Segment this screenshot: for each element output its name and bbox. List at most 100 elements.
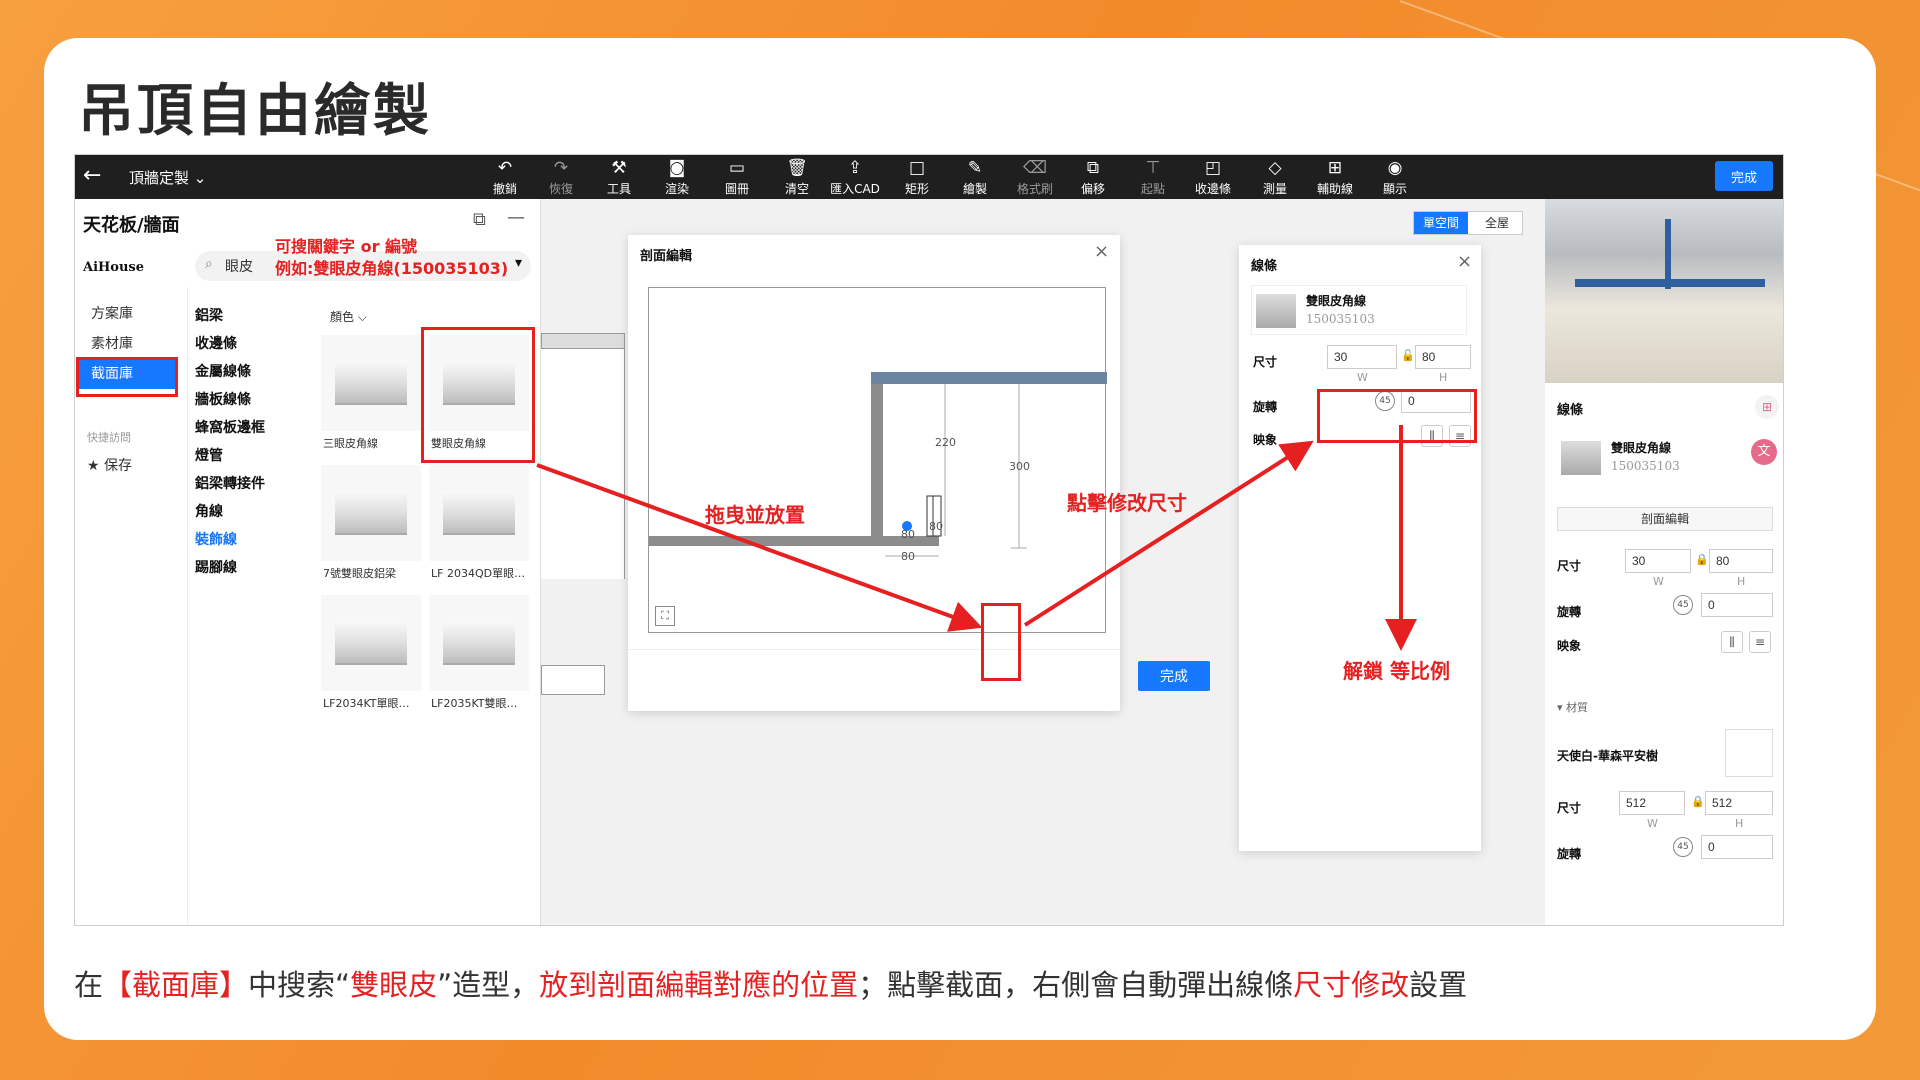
fit-view-icon[interactable]: ⛶ [655, 606, 675, 626]
toolbar-item-3[interactable]: ◙ 渲染 [647, 157, 707, 199]
category-item-6[interactable]: 鋁梁轉接件 [195, 473, 265, 493]
tool-label: 清空 [784, 182, 809, 196]
toolbar-item-0[interactable]: ↶ 撤銷 [475, 157, 535, 199]
mirror-vertical-icon[interactable]: ≡ [1749, 631, 1771, 653]
product-tile[interactable]: LF2034KT單眼… [321, 595, 421, 713]
toolbar-item-15[interactable]: ◉ 顯示 [1365, 157, 1425, 199]
whole-house-tab[interactable]: 全屋 [1470, 212, 1524, 234]
tool-icon: ◙ [668, 158, 686, 178]
category-item-2[interactable]: 金屬線條 [195, 361, 251, 381]
dialog-done-button[interactable]: 完成 [1138, 661, 1210, 691]
translate-icon[interactable]: 文 [1751, 439, 1777, 465]
nav-item-1[interactable]: 素材庫 [79, 329, 177, 359]
toolbar-item-5[interactable]: 🗑 清空 [767, 157, 827, 199]
lock-icon[interactable]: 🔓 [1401, 349, 1415, 362]
product-thumbnail [429, 465, 529, 561]
tool-label: 恢復 [548, 182, 573, 196]
caption-segment: 【截面庫】 [103, 968, 249, 1002]
close-icon[interactable]: × [1094, 241, 1109, 262]
toolbar-item-4[interactable]: ▭ 圖冊 [707, 157, 767, 199]
toolbar-item-8[interactable]: ✎ 繪製 [945, 157, 1005, 199]
product-tile[interactable]: 7號雙眼皮鋁梁 [321, 465, 421, 583]
back-arrow-icon[interactable]: ← [83, 163, 101, 188]
nav-item-0[interactable]: 方案庫 [79, 299, 177, 329]
single-room-tab[interactable]: 單空間 [1414, 212, 1468, 234]
h-label: H [1737, 575, 1746, 588]
rotate-label: 旋轉 [1557, 605, 1582, 619]
toolbar-item-7[interactable]: □ 矩形 [887, 157, 947, 199]
product-tile[interactable]: 三眼皮角線 [321, 335, 421, 453]
toolbar-item-11[interactable]: ⊤ 起點 [1123, 157, 1183, 199]
rotate-input[interactable] [1701, 593, 1773, 617]
highlight-box-size [1317, 389, 1477, 443]
toolbar-item-9[interactable]: ⌫ 格式刷 [1005, 157, 1065, 199]
material-height-input[interactable] [1705, 791, 1773, 815]
tool-icon: 🗑 [786, 158, 808, 178]
width-input[interactable] [1625, 549, 1691, 573]
annotation-click-resize: 點擊修改尺寸 [1067, 491, 1187, 515]
project-dropdown[interactable]: 頂牆定製 ⌄ [129, 167, 206, 188]
save-item[interactable]: ★ 保存 [75, 451, 187, 481]
toolbar-item-2[interactable]: ⚒ 工具 [589, 157, 649, 199]
width-input[interactable] [1327, 345, 1397, 369]
popout-icon[interactable]: ⧉ [473, 209, 486, 230]
lock-icon[interactable]: 🔒 [1695, 553, 1709, 566]
mirror-horizontal-icon[interactable]: ⫼ [1721, 631, 1743, 653]
product-label: LF2035KT雙眼… [431, 697, 518, 710]
brand-logo: AiHouse [83, 260, 145, 275]
category-item-3[interactable]: 牆板線條 [195, 389, 251, 409]
height-input[interactable] [1709, 549, 1773, 573]
product-label: LF 2034QD單眼… [431, 567, 526, 580]
product-tile[interactable]: LF2035KT雙眼… [429, 595, 529, 713]
height-input[interactable] [1415, 345, 1471, 369]
rotate-45-icon[interactable]: 45 [1673, 837, 1693, 857]
tool-icon: ✎ [967, 158, 983, 178]
highlight-box-profile [981, 603, 1021, 681]
highlight-box-nav [76, 357, 178, 397]
category-item-1[interactable]: 收邊條 [195, 333, 237, 353]
tool-label: 渲染 [664, 182, 689, 196]
section-drawing [649, 372, 1107, 557]
category-item-4[interactable]: 蜂窩板邊框 [195, 417, 265, 437]
color-filter[interactable]: 顏色 ⌵ [330, 308, 367, 325]
tool-icon: ⊤ [1145, 158, 1161, 178]
toolbar-item-12[interactable]: ◰ 收邊條 [1183, 157, 1243, 199]
size-label: 尺寸 [1253, 355, 1278, 369]
minimize-icon[interactable]: — [507, 207, 525, 228]
material-rotate-input[interactable] [1701, 835, 1773, 859]
category-item-9[interactable]: 踢腳線 [195, 557, 237, 577]
quick-access-label: 快捷訪問 [87, 431, 131, 444]
material-section-header[interactable]: ▾ 材質 [1557, 699, 1588, 715]
rotate-45-icon[interactable]: 45 [1673, 595, 1693, 615]
toolbar-item-13[interactable]: ◇ 測量 [1245, 157, 1305, 199]
close-icon[interactable]: × [1457, 251, 1472, 272]
tool-icon: ↶ [497, 158, 513, 178]
tool-label: 起點 [1140, 182, 1165, 196]
category-item-0[interactable]: 鋁梁 [195, 305, 223, 325]
category-item-7[interactable]: 角線 [195, 501, 223, 521]
material-swatch[interactable] [1725, 729, 1773, 777]
toolbar-item-1[interactable]: ↷ 恢復 [531, 157, 591, 199]
category-item-5[interactable]: 燈管 [195, 445, 223, 465]
tool-icon: ◇ [1268, 158, 1282, 178]
dim-80: 80 [901, 550, 915, 563]
line-item-card[interactable]: 雙眼皮角線 150035103 [1251, 285, 1467, 335]
lock-icon[interactable]: 🔒 [1691, 795, 1705, 808]
product-tile[interactable]: LF 2034QD單眼… [429, 465, 529, 583]
toolbar-item-10[interactable]: ⧉ 偏移 [1063, 157, 1123, 199]
done-button[interactable]: 完成 [1715, 161, 1773, 191]
item-name: 雙眼皮角線 [1611, 441, 1672, 455]
layout-icon[interactable]: ⊞ [1755, 395, 1779, 419]
line-item-card[interactable]: 雙眼皮角線 150035103 [1557, 433, 1773, 483]
material-width-input[interactable] [1619, 791, 1685, 815]
toolbar-item-14[interactable]: ⊞ 輔助線 [1305, 157, 1365, 199]
toolbar-item-6[interactable]: ⇪ 匯入CAD [825, 157, 885, 199]
3d-preview[interactable] [1545, 199, 1783, 383]
section-edit-button[interactable]: 剖面編輯 [1557, 507, 1773, 531]
product-label: LF2034KT單眼… [323, 697, 410, 710]
section-canvas[interactable]: 220 300 80 80 80 ⛶ [648, 287, 1107, 633]
product-label: 三眼皮角線 [323, 437, 378, 450]
slide-caption: 在【截面庫】中搜索“雙眼皮”造型，放到剖面編輯對應的位置；點擊截面，右側會自動彈… [74, 962, 1467, 1004]
properties-panel: 線條 ⊞ 雙眼皮角線 150035103 文 剖面編輯 尺寸 🔒 W H 旋轉 … [1545, 199, 1783, 925]
category-item-8[interactable]: 裝飾線 [195, 529, 237, 549]
